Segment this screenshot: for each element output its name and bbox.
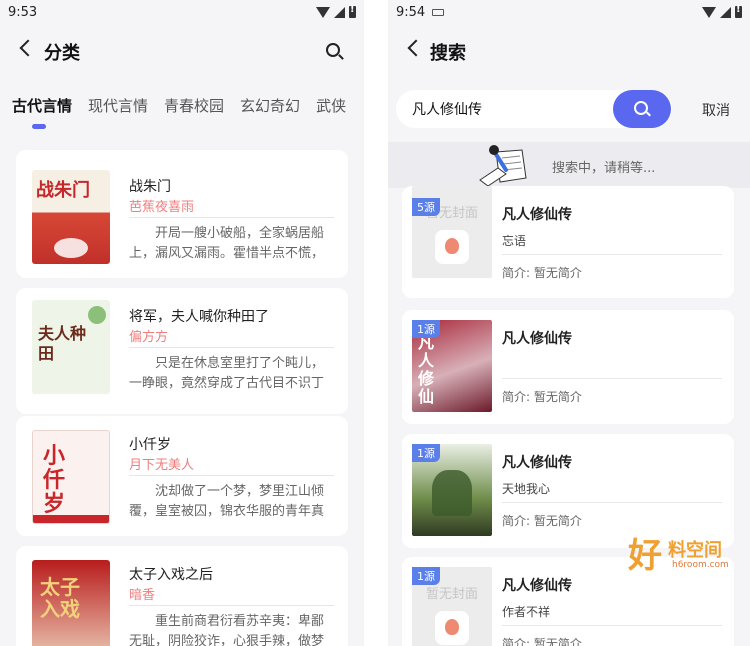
search-button[interactable] (613, 90, 671, 128)
cover-calligraphy: 凡人修仙 (418, 333, 435, 406)
cover-title: 夫人种田 (38, 324, 87, 363)
source-count-badge: 1源 (412, 567, 440, 585)
keyboard-icon (432, 9, 444, 16)
result-intro: 简介: 暂无简介 (502, 266, 582, 280)
cover-title: 小仟岁 (43, 444, 66, 517)
wifi-icon (702, 6, 716, 18)
divider (129, 347, 334, 348)
search-icon (634, 101, 648, 115)
page-title: 搜索 (430, 43, 466, 64)
signal-icon (334, 6, 345, 18)
book-author: 暗香 (129, 588, 156, 603)
app-logo-icon (435, 230, 469, 264)
book-card[interactable]: 夫人种田 将军，夫人喊你种田了 偏方方 只是在休息室里打了个盹儿，一睁眼，竟然穿… (16, 288, 348, 414)
signal-icon (720, 6, 731, 18)
searching-illustration-icon (479, 145, 527, 187)
book-card[interactable]: 小仟岁 小仟岁 月下无美人 沈却做了一个梦，梦里江山倾覆，皇室被囚，锦衣华服的青… (16, 416, 348, 536)
book-description: 沈却做了一个梦，梦里江山倾覆，皇室被囚，锦衣华服的青年真坐... (129, 484, 325, 519)
app-logo-icon (435, 611, 469, 645)
tab-youth-campus[interactable]: 青春校园 (164, 95, 224, 116)
book-author: 月下无美人 (129, 458, 195, 473)
result-author: 天地我心 (502, 482, 551, 496)
book-description: 开局一艘小破船，全家蜗居船上，漏风又漏雨。霍惜半点不慌，卯... (129, 226, 325, 261)
source-count-badge: 1源 (412, 444, 440, 462)
result-intro: 简介: 暂无简介 (502, 637, 582, 646)
result-title: 凡人修仙传 (502, 455, 572, 471)
searching-text: 搜索中，请稍等... (552, 161, 656, 176)
book-cover: 战朱门 (32, 170, 110, 264)
search-icon[interactable] (326, 43, 340, 57)
battery-icon (735, 4, 742, 18)
title-bar: 分类 (0, 30, 364, 72)
tab-modern-romance[interactable]: 现代言情 (88, 95, 148, 116)
cover-band (33, 515, 109, 523)
divider (502, 625, 722, 626)
status-icons (316, 4, 356, 18)
cover-ornament (54, 238, 88, 258)
site-watermark: 好 料空间 h6room.com (622, 528, 742, 580)
tab-fantasy[interactable]: 玄幻奇幻 (240, 95, 300, 116)
result-author: 作者不祥 (502, 605, 551, 619)
status-icons (702, 4, 742, 18)
page-title: 分类 (44, 43, 80, 64)
result-title: 凡人修仙传 (502, 331, 572, 347)
book-title: 太子入戏之后 (129, 567, 213, 583)
result-card[interactable]: 凡人修仙 1源 凡人修仙传 简介: 暂无简介 (402, 310, 734, 424)
title-bar: 搜索 (388, 30, 750, 72)
divider (502, 378, 722, 379)
battery-icon (349, 4, 356, 18)
back-icon[interactable] (19, 39, 37, 57)
divider (502, 502, 722, 503)
book-author: 偏方方 (129, 330, 169, 345)
no-cover-text: 暂无封面 (425, 587, 478, 602)
source-count-badge: 5源 (412, 198, 440, 216)
book-title: 战朱门 (129, 179, 171, 195)
book-description: 只是在休息室里打了个盹儿，一睁眼，竟然穿成了古代目不识丁的乡... (129, 356, 325, 391)
result-intro: 简介: 暂无简介 (502, 390, 582, 404)
book-cover: 夫人种田 (32, 300, 110, 394)
source-count-badge: 1源 (412, 320, 440, 338)
category-screen: 9:53 分类 古代言情现代言情青春校园玄幻奇幻武侠 战朱门 战朱门 芭蕉夜喜雨… (0, 0, 364, 646)
category-tabs: 古代言情 现代言情 青春校园 玄幻奇幻 武侠 (12, 95, 362, 116)
status-time: 9:53 (8, 5, 38, 20)
cover-title: 太子入戏 (40, 575, 80, 621)
watermark-big: 好 (628, 536, 662, 576)
divider (129, 605, 334, 606)
divider (502, 254, 722, 255)
watermark-text: 料空间 (668, 540, 722, 561)
cover-figure (432, 470, 472, 516)
result-intro: 简介: 暂无简介 (502, 514, 582, 528)
book-card[interactable]: 太子入戏 太子入戏之后 暗香 重生前商君衍看苏辛夷：卑鄙无耻，阴险狡诈，心狠手辣… (16, 546, 348, 646)
watermark-url: h6room.com (672, 560, 729, 570)
cover-leaf (88, 306, 106, 324)
book-author: 芭蕉夜喜雨 (129, 200, 195, 215)
divider (129, 217, 334, 218)
status-bar: 9:54 (388, 0, 750, 26)
result-title: 凡人修仙传 (502, 207, 572, 223)
searching-indicator: 搜索中，请稍等... (388, 142, 750, 188)
back-icon[interactable] (407, 39, 425, 57)
tab-wuxia[interactable]: 武侠 (316, 95, 346, 116)
active-tab-indicator (32, 124, 46, 129)
search-query: 凡人修仙传 (412, 102, 482, 118)
book-cover: 小仟岁 (32, 430, 110, 524)
result-card[interactable]: 暂无封面 5源 凡人修仙传 忘语 简介: 暂无简介 (402, 186, 734, 298)
status-time: 9:54 (396, 5, 426, 20)
book-title: 小仟岁 (129, 437, 171, 453)
result-author: 忘语 (502, 234, 527, 248)
book-description: 重生前商君衍看苏辛夷：卑鄙无耻，阴险狡诈，心狠手辣，做梦都想... (129, 614, 325, 646)
book-title: 将军，夫人喊你种田了 (129, 309, 269, 325)
cover-title: 战朱门 (36, 180, 90, 201)
result-title: 凡人修仙传 (502, 578, 572, 594)
status-bar: 9:53 (0, 0, 364, 26)
book-card[interactable]: 战朱门 战朱门 芭蕉夜喜雨 开局一艘小破船，全家蜗居船上，漏风又漏雨。霍惜半点不… (16, 150, 348, 278)
book-cover: 太子入戏 (32, 560, 110, 646)
cancel-button[interactable]: 取消 (702, 100, 730, 120)
wifi-icon (316, 6, 330, 18)
tab-ancient-romance[interactable]: 古代言情 (12, 95, 72, 116)
divider (129, 475, 334, 476)
